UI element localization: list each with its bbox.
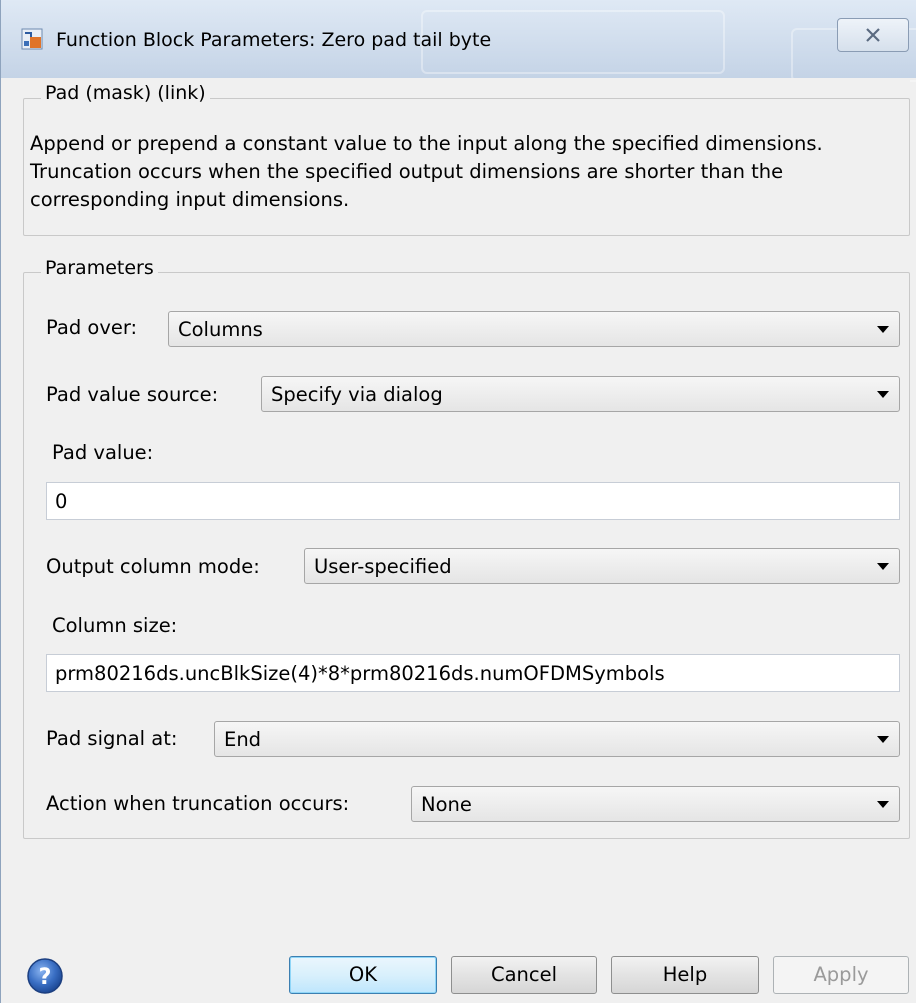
output-column-mode-dropdown[interactable]: User-specified	[304, 548, 900, 584]
pad-over-label: Pad over:	[46, 316, 138, 339]
column-size-label: Column size:	[52, 614, 178, 637]
description-group-label: Pad (mask) (link)	[41, 82, 210, 104]
action-truncation-value: None	[421, 793, 472, 816]
chevron-down-icon	[877, 563, 889, 570]
action-truncation-label: Action when truncation occurs:	[46, 792, 350, 815]
chevron-down-icon	[877, 326, 889, 333]
parameters-group-label: Parameters	[41, 257, 158, 279]
pad-signal-at-label: Pad signal at:	[46, 727, 178, 750]
pad-signal-at-value: End	[224, 728, 262, 751]
dialog-window: Function Block Parameters: Zero pad tail…	[0, 0, 916, 1003]
simulink-block-icon	[21, 28, 43, 50]
pad-value-label: Pad value:	[52, 441, 154, 464]
window-title: Function Block Parameters: Zero pad tail…	[56, 29, 492, 51]
pad-value-source-dropdown[interactable]: Specify via dialog	[261, 376, 900, 412]
pad-value-field[interactable]	[46, 482, 900, 520]
output-column-mode-label: Output column mode:	[46, 555, 260, 578]
pad-value-source-label: Pad value source:	[46, 383, 219, 406]
close-button[interactable]	[837, 18, 909, 52]
apply-button[interactable]: Apply	[773, 956, 909, 994]
action-truncation-dropdown[interactable]: None	[411, 786, 900, 822]
close-icon	[866, 28, 880, 42]
pad-value-source-value: Specify via dialog	[271, 383, 443, 406]
help-icon[interactable]: ?	[26, 957, 64, 995]
output-column-mode-value: User-specified	[314, 555, 452, 578]
column-size-input[interactable]	[47, 655, 899, 691]
svg-text:?: ?	[39, 965, 52, 990]
column-size-field[interactable]	[46, 654, 900, 692]
pad-over-value: Columns	[178, 318, 263, 341]
pad-value-input[interactable]	[47, 483, 899, 519]
pad-signal-at-dropdown[interactable]: End	[214, 721, 900, 757]
ok-button[interactable]: OK	[289, 956, 437, 994]
cancel-button[interactable]: Cancel	[451, 956, 597, 994]
block-description: Append or prepend a constant value to th…	[30, 132, 823, 211]
pad-over-dropdown[interactable]: Columns	[168, 311, 900, 347]
chevron-down-icon	[877, 736, 889, 743]
chevron-down-icon	[877, 391, 889, 398]
chevron-down-icon	[877, 801, 889, 808]
help-button[interactable]: Help	[611, 956, 759, 994]
title-bar[interactable]: Function Block Parameters: Zero pad tail…	[1, 0, 916, 82]
